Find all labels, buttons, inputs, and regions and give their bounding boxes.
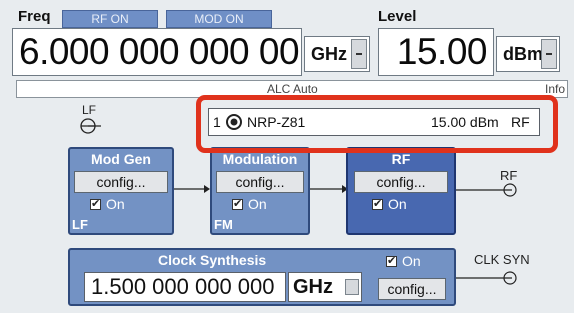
- modulation-config-button[interactable]: config...: [216, 171, 304, 193]
- clk-syn-output-label: CLK SYN: [474, 252, 530, 267]
- checkbox-checked-icon[interactable]: [90, 197, 101, 210]
- mod-gen-footer: LF: [72, 217, 88, 232]
- alc-status: ALC Auto: [267, 82, 318, 96]
- frequency-unit-label: GHz: [311, 44, 347, 64]
- info-button[interactable]: Info: [545, 82, 565, 96]
- power-sensor-readout[interactable]: 1 NRP-Z81 15.00 dBm RF: [208, 108, 540, 136]
- rf-on-checkbox[interactable]: On: [372, 196, 407, 212]
- sensor-icon: [226, 114, 242, 130]
- lf-connector-icon: [80, 118, 101, 134]
- modulation-on-label: On: [248, 196, 267, 212]
- clock-unit-select[interactable]: GHz: [288, 272, 362, 302]
- clock-synthesis-title: Clock Synthesis: [158, 252, 267, 268]
- rf-output-connector-icon: [456, 183, 517, 197]
- modulation-footer: FM: [214, 217, 233, 232]
- rf-on-label: On: [388, 196, 407, 212]
- level-unit-select[interactable]: dBm: [496, 36, 560, 72]
- clk-syn-connector-icon: [456, 271, 517, 285]
- level-label: Level: [378, 8, 417, 25]
- chevron-down-icon[interactable]: [345, 279, 359, 295]
- mod-gen-title: Mod Gen: [91, 151, 151, 167]
- clock-frequency-value: 1.500 000 000 000: [91, 274, 275, 299]
- chevron-down-icon[interactable]: [541, 39, 557, 69]
- clock-on-checkbox[interactable]: On: [386, 253, 421, 269]
- sensor-name: NRP-Z81: [247, 114, 306, 130]
- mod-gen-block[interactable]: Mod Gen config... On LF: [68, 147, 174, 235]
- sensor-channel: 1: [213, 114, 221, 130]
- frequency-value: 6.000 000 000 00: [19, 31, 300, 72]
- rf-output-label: RF: [500, 168, 518, 183]
- level-value: 15.00: [396, 31, 488, 72]
- checkbox-checked-icon[interactable]: [386, 254, 397, 267]
- clock-synthesis-block[interactable]: Clock Synthesis On 1.500 000 000 000 GHz…: [68, 248, 456, 306]
- mod-gen-on-label: On: [106, 196, 125, 212]
- clock-unit-label: GHz: [293, 276, 333, 298]
- mod-gen-config-button[interactable]: config...: [74, 171, 168, 193]
- modulation-block[interactable]: Modulation config... On FM: [210, 147, 310, 235]
- checkbox-checked-icon[interactable]: [372, 197, 383, 210]
- clock-on-label: On: [402, 253, 421, 269]
- level-unit-label: dBm: [503, 44, 543, 64]
- freq-label: Freq: [18, 8, 51, 25]
- mod-gen-on-checkbox[interactable]: On: [90, 196, 125, 212]
- chevron-down-icon[interactable]: [351, 39, 367, 69]
- rf-on-indicator[interactable]: RF ON: [62, 10, 158, 28]
- mod-on-indicator[interactable]: MOD ON: [166, 10, 272, 28]
- rf-block[interactable]: RF config... On: [346, 147, 456, 235]
- level-field[interactable]: 15.00: [378, 28, 494, 76]
- signal-arrow-icon: [310, 185, 348, 193]
- sensor-mode: RF: [511, 114, 530, 130]
- checkbox-checked-icon[interactable]: [232, 197, 243, 210]
- modulation-on-checkbox[interactable]: On: [232, 196, 267, 212]
- frequency-unit-select[interactable]: GHz: [304, 36, 370, 72]
- frequency-field[interactable]: 6.000 000 000 00: [12, 28, 302, 76]
- clock-frequency-field[interactable]: 1.500 000 000 000: [84, 272, 286, 302]
- signal-arrow-icon: [174, 185, 210, 193]
- modulation-title: Modulation: [222, 151, 298, 167]
- rf-title: RF: [391, 151, 411, 167]
- clock-config-button[interactable]: config...: [378, 278, 446, 300]
- sensor-reading: 15.00 dBm: [431, 114, 499, 130]
- rf-config-button[interactable]: config...: [354, 171, 448, 193]
